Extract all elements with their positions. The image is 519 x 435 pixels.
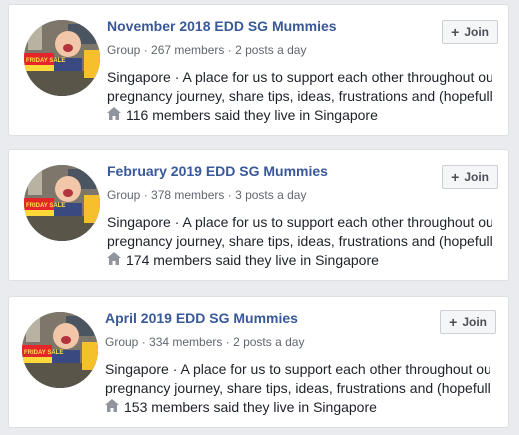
join-button[interactable]: + Join [442, 20, 498, 44]
location-text: 153 members said they live in Singapore [124, 399, 377, 415]
location-row: 174 members said they live in Singapore [107, 252, 379, 268]
meta-separator: · [222, 335, 234, 349]
post-frequency: 2 posts a day [235, 43, 307, 57]
plus-icon: + [451, 169, 460, 185]
description-line: Singapore · A place for us to support ea… [105, 361, 490, 377]
group-meta: Group · 267 members · 2 posts a day [107, 43, 306, 57]
group-avatar[interactable]: FRIDAY SALE [24, 165, 100, 241]
join-label: Join [464, 170, 489, 184]
join-button[interactable]: + Join [442, 165, 498, 189]
house-icon [107, 107, 121, 123]
member-count: 334 members [149, 335, 223, 349]
group-type: Group [105, 335, 139, 349]
location-row: 153 members said they live in Singapore [105, 399, 377, 415]
house-icon [107, 252, 121, 268]
house-icon [105, 399, 119, 415]
join-label: Join [464, 25, 489, 39]
member-count: 378 members [151, 188, 225, 202]
meta-separator: · [140, 188, 152, 202]
description-line: pregnancy journey, share tips, ideas, fr… [107, 233, 492, 249]
meta-separator: · [138, 335, 150, 349]
description-line: Singapore · A place for us to support ea… [107, 69, 492, 85]
group-card: FRIDAY SALE April 2019 EDD SG Mummies Gr… [8, 296, 509, 428]
location-text: 116 members said they live in Singapore [126, 107, 378, 123]
group-avatar[interactable]: FRIDAY SALE [22, 312, 98, 388]
group-type: Group [107, 43, 141, 57]
group-description: Singapore · A place for us to support ea… [107, 213, 492, 251]
group-description: Singapore · A place for us to support ea… [105, 360, 490, 398]
group-card: FRIDAY SALE February 2019 EDD SG Mummies… [8, 149, 509, 281]
group-description: Singapore · A place for us to support ea… [107, 68, 492, 106]
group-meta: Group · 378 members · 3 posts a day [107, 188, 306, 202]
location-row: 116 members said they live in Singapore [107, 107, 378, 123]
description-line: Singapore · A place for us to support ea… [107, 214, 492, 230]
join-button[interactable]: + Join [440, 310, 496, 334]
avatar-banner-text: FRIDAY SALE [24, 350, 63, 356]
post-frequency: 2 posts a day [233, 335, 305, 349]
plus-icon: + [449, 314, 458, 330]
post-frequency: 3 posts a day [235, 188, 307, 202]
location-text: 174 members said they live in Singapore [126, 252, 379, 268]
meta-separator: · [224, 188, 236, 202]
avatar-banner-text: FRIDAY SALE [26, 58, 65, 64]
group-avatar[interactable]: FRIDAY SALE [24, 20, 100, 96]
meta-separator: · [224, 43, 236, 57]
avatar-banner-text: FRIDAY SALE [26, 203, 65, 209]
plus-icon: + [451, 24, 460, 40]
group-meta: Group · 334 members · 2 posts a day [105, 335, 304, 349]
group-type: Group [107, 188, 141, 202]
description-line: pregnancy journey, share tips, ideas, fr… [107, 88, 492, 104]
meta-separator: · [140, 43, 152, 57]
member-count: 267 members [151, 43, 225, 57]
join-label: Join [462, 315, 487, 329]
group-name-link[interactable]: November 2018 EDD SG Mummies [107, 18, 337, 34]
group-name-link[interactable]: April 2019 EDD SG Mummies [105, 310, 298, 326]
description-line: pregnancy journey, share tips, ideas, fr… [105, 380, 490, 396]
group-card: FRIDAY SALE November 2018 EDD SG Mummies… [8, 4, 509, 136]
group-name-link[interactable]: February 2019 EDD SG Mummies [107, 163, 328, 179]
